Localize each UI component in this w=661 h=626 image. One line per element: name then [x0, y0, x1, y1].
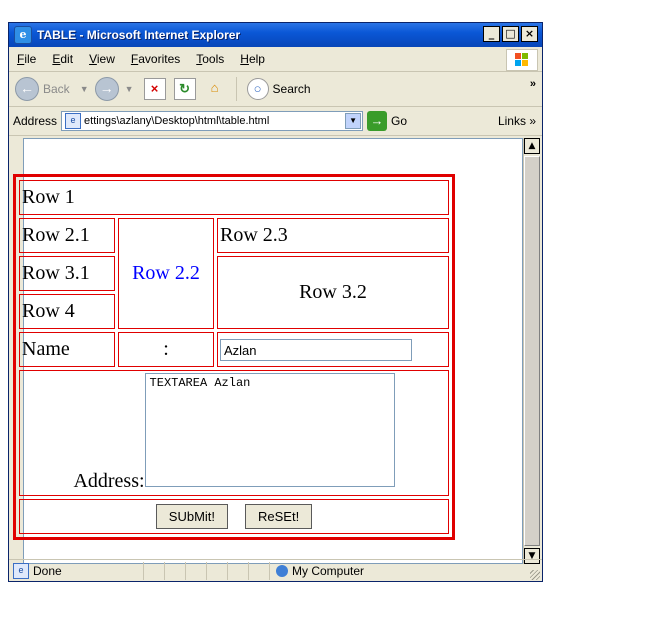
buttons-cell: SUbMit! ReSEt! — [19, 499, 449, 534]
go-button[interactable]: Go — [391, 114, 407, 128]
status-panel — [206, 562, 227, 580]
cell-row2-1: Row 2.1 — [19, 218, 115, 253]
title-bar: e TABLE - Microsoft Internet Explorer _ … — [9, 23, 542, 47]
links-button[interactable]: Links » — [498, 114, 536, 128]
menu-help[interactable]: Help — [232, 52, 273, 66]
close-button[interactable]: × — [521, 26, 538, 42]
cell-row1: Row 1 — [19, 180, 449, 215]
standard-toolbar: ← Back ▼ → ▼ × ↻ ⌂ ○ Search » — [9, 72, 542, 107]
back-label[interactable]: Back — [43, 82, 70, 96]
address-url[interactable]: ettings\azlany\Desktop\html\table.html — [84, 115, 339, 127]
layout-table: Row 1 Row 2.1 Row 2.2 Row 2.3 Row 3.1 Ro… — [13, 174, 455, 540]
cell-row3-2: Row 3.2 — [217, 256, 449, 329]
links-label[interactable]: Links — [498, 114, 526, 128]
menu-view[interactable]: View — [81, 52, 123, 66]
status-panel — [143, 562, 164, 580]
menu-favorites[interactable]: Favorites — [123, 52, 188, 66]
colon-label: : — [118, 332, 214, 367]
status-bar: e Done My Computer — [9, 559, 542, 582]
search-label[interactable]: Search — [273, 82, 311, 96]
address-textarea[interactable]: TEXTAREA Azlan — [144, 373, 395, 487]
menu-tools[interactable]: Tools — [188, 52, 232, 66]
address-bar: Address e ettings\azlany\Desktop\html\ta… — [9, 107, 542, 136]
status-panel — [227, 562, 248, 580]
home-icon[interactable]: ⌂ — [204, 78, 226, 100]
vertical-scrollbar[interactable]: ▲ ▼ — [523, 138, 540, 564]
status-panel — [248, 562, 269, 580]
address-field[interactable]: e ettings\azlany\Desktop\html\table.html… — [61, 111, 364, 131]
name-input-cell — [217, 332, 449, 367]
name-label: Name — [19, 332, 115, 367]
search-icon[interactable]: ○ — [246, 78, 269, 100]
stop-icon[interactable]: × — [143, 78, 166, 100]
status-text: Done — [33, 564, 62, 578]
cell-row4: Row 4 — [19, 294, 115, 329]
forward-arrow-icon[interactable]: → — [94, 77, 119, 101]
status-panel — [164, 562, 185, 580]
windows-logo-icon — [506, 49, 538, 71]
security-zone: My Computer — [269, 562, 426, 580]
page-icon: e — [65, 113, 82, 129]
address-cell: Address:TEXTAREA Azlan — [19, 370, 449, 496]
menu-edit[interactable]: Edit — [44, 52, 81, 66]
reset-button[interactable]: ReSEt! — [245, 504, 313, 529]
forward-dropdown-icon[interactable]: ▼ — [125, 84, 134, 94]
refresh-icon[interactable]: ↻ — [173, 78, 196, 100]
submit-button[interactable]: SUbMit! — [155, 504, 229, 529]
toolbar-separator — [235, 77, 237, 101]
cell-row3-1: Row 3.1 — [19, 256, 115, 291]
address-field-label: Address: — [73, 470, 145, 492]
zone-label: My Computer — [292, 564, 365, 578]
address-label: Address — [13, 114, 58, 128]
scroll-up-icon[interactable]: ▲ — [524, 138, 540, 154]
computer-icon — [276, 565, 288, 577]
back-dropdown-icon[interactable]: ▼ — [80, 84, 89, 94]
toolbar-chevron-icon[interactable]: » — [530, 78, 536, 90]
scroll-thumb[interactable] — [524, 156, 540, 546]
name-input[interactable] — [220, 339, 412, 362]
cell-row2-3: Row 2.3 — [217, 218, 449, 253]
window-title: TABLE - Microsoft Internet Explorer — [37, 28, 241, 42]
menu-bar: File Edit View Favorites Tools Help — [9, 47, 542, 72]
address-textarea-wrap: TEXTAREA Azlan — [144, 373, 395, 493]
back-arrow-icon[interactable]: ← — [15, 77, 39, 101]
menu-file[interactable]: File — [9, 52, 44, 66]
address-dropdown-icon[interactable]: ▼ — [345, 113, 362, 129]
cell-row2-2: Row 2.2 — [118, 218, 214, 329]
ie-icon: e — [14, 26, 32, 44]
status-page-icon: e — [13, 563, 29, 579]
maximize-button[interactable]: □ — [502, 26, 519, 42]
status-panel — [185, 562, 206, 580]
resize-grip-icon[interactable] — [530, 570, 540, 580]
minimize-button[interactable]: _ — [483, 26, 500, 42]
window-controls: _ □ × — [483, 26, 538, 42]
go-arrow-icon[interactable]: → — [367, 111, 388, 131]
